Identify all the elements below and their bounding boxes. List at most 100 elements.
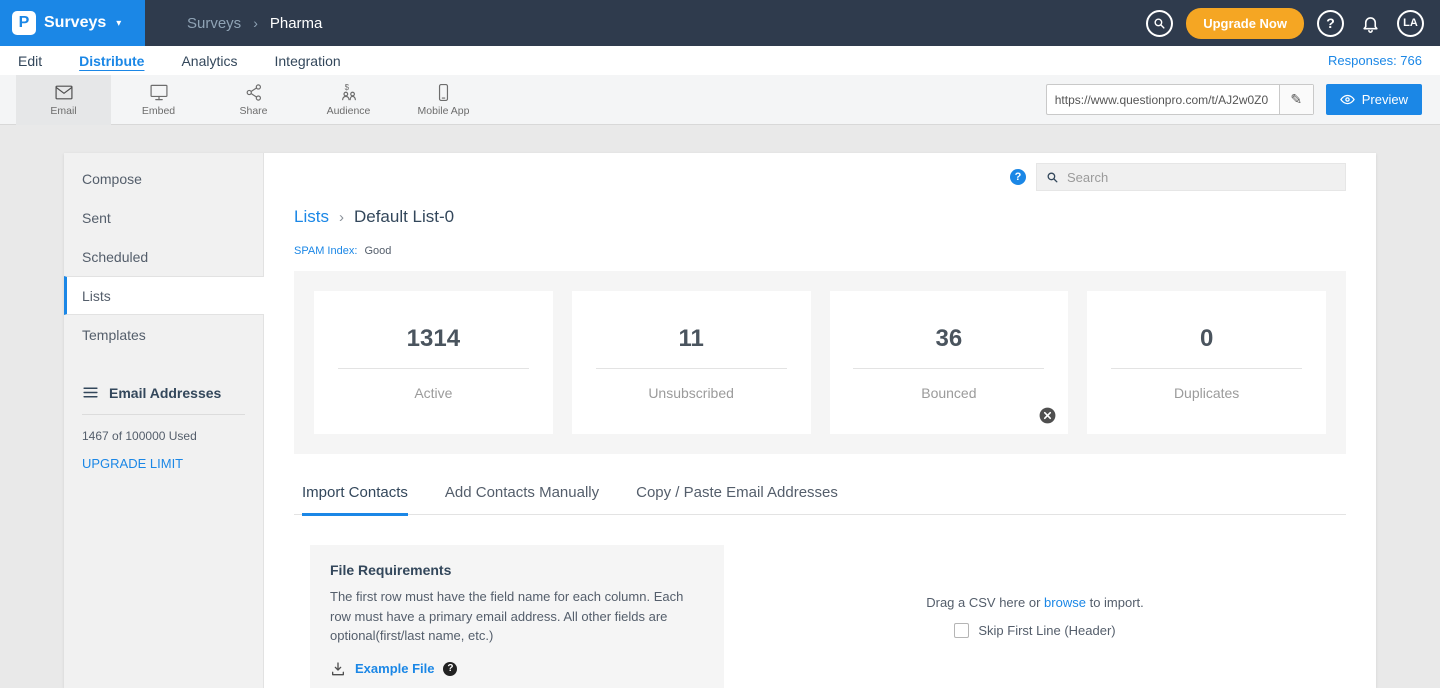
remove-bounced-icon[interactable] <box>1038 406 1057 425</box>
example-file-help-icon[interactable]: ? <box>443 662 457 676</box>
toolbar-item-email[interactable]: Email <box>16 75 111 125</box>
email-addresses-section: Email Addresses 1467 of 100000 Used UPGR… <box>64 384 263 473</box>
list-help-icon[interactable]: ? <box>1010 169 1026 185</box>
email-addresses-header: Email Addresses <box>82 384 245 415</box>
stat-label: Unsubscribed <box>648 385 734 401</box>
file-requirements-title: File Requirements <box>330 562 704 578</box>
questionpro-logo-icon: P <box>12 11 36 35</box>
stat-card-active: 1314 Active <box>314 291 553 434</box>
tab-add-contacts-manually[interactable]: Add Contacts Manually <box>445 484 599 514</box>
search-icon <box>1046 171 1059 184</box>
stat-value: 0 <box>1111 325 1302 369</box>
sidebar-item-scheduled[interactable]: Scheduled <box>64 237 263 276</box>
list-icon <box>82 384 99 401</box>
sidebar-item-sent[interactable]: Sent <box>64 198 263 237</box>
toolbar-item-label: Email <box>50 105 76 117</box>
example-file-link[interactable]: Example File <box>355 661 434 676</box>
toolbar-item-label: Mobile App <box>418 105 470 117</box>
tab-analytics[interactable]: Analytics <box>181 53 237 69</box>
lists-breadcrumb-link[interactable]: Lists <box>294 207 329 227</box>
file-requirements-body: The first row must have the field name f… <box>330 587 704 646</box>
toolbar-item-label: Share <box>239 105 267 117</box>
sidebar-item-compose[interactable]: Compose <box>64 159 263 198</box>
list-search-row: ? <box>294 163 1346 191</box>
tab-copy-paste-email-addresses[interactable]: Copy / Paste Email Addresses <box>636 484 838 514</box>
tab-import-contacts[interactable]: Import Contacts <box>302 484 408 516</box>
list-stats: 1314 Active 11 Unsubscribed 36 Bounced 0… <box>294 271 1346 454</box>
spam-index-row: SPAM Index: Good <box>294 245 1346 257</box>
address-usage-text: 1467 of 100000 Used <box>82 429 245 443</box>
stat-value: 11 <box>596 325 787 369</box>
stat-value: 1314 <box>338 325 529 369</box>
tab-distribute[interactable]: Distribute <box>79 53 144 69</box>
help-icon[interactable]: ? <box>1317 10 1344 37</box>
toolbar-item-embed[interactable]: Embed <box>111 75 206 125</box>
user-avatar[interactable]: LA <box>1397 10 1424 37</box>
contact-search-box <box>1036 163 1346 191</box>
sidebar-item-lists[interactable]: Lists <box>64 276 264 315</box>
chevron-right-icon: › <box>339 209 344 226</box>
toolbar-item-audience[interactable]: $ Audience <box>301 75 396 125</box>
email-sidebar: Compose Sent Scheduled Lists Templates E… <box>64 153 264 688</box>
mobile-app-icon <box>434 83 453 102</box>
edit-url-pencil-icon[interactable]: ✎ <box>1279 85 1313 114</box>
preview-button[interactable]: Preview <box>1326 84 1422 115</box>
current-list-name: Default List-0 <box>354 207 454 227</box>
survey-nav: Edit Distribute Analytics Integration Re… <box>0 46 1440 75</box>
stat-label: Duplicates <box>1174 385 1239 401</box>
email-icon <box>53 83 75 102</box>
svg-text:$: $ <box>344 83 349 92</box>
toolbar-item-label: Audience <box>327 105 371 117</box>
breadcrumb-surveys-link[interactable]: Surveys <box>187 15 241 32</box>
csv-drop-zone[interactable]: Drag a CSV here or browse to import. Ski… <box>724 545 1346 688</box>
toolbar-item-mobile-app[interactable]: Mobile App <box>396 75 491 125</box>
upgrade-now-button[interactable]: Upgrade Now <box>1186 8 1304 39</box>
drag-csv-text: Drag a CSV here or browse to import. <box>926 595 1144 610</box>
notifications-bell-icon[interactable] <box>1357 10 1384 37</box>
lists-card: Compose Sent Scheduled Lists Templates E… <box>64 153 1376 688</box>
distribute-toolbar: Email Embed Share $ Audience Mobile App … <box>0 75 1440 125</box>
chevron-right-icon: › <box>253 15 258 31</box>
skip-first-line-label: Skip First Line (Header) <box>978 623 1115 638</box>
toolbar-item-share[interactable]: Share <box>206 75 301 125</box>
survey-url-input[interactable] <box>1047 85 1279 114</box>
example-file-row: Example File ? <box>330 661 704 677</box>
drag-prefix: Drag a CSV here or <box>926 595 1040 610</box>
content-area: Compose Sent Scheduled Lists Templates E… <box>0 126 1440 688</box>
stat-label: Bounced <box>921 385 976 401</box>
toolbar-right: ✎ Preview <box>1046 84 1440 115</box>
product-name: Surveys <box>44 14 106 32</box>
download-icon <box>330 661 346 677</box>
stat-card-unsubscribed: 11 Unsubscribed <box>572 291 811 434</box>
import-contacts-panel: File Requirements The first row must hav… <box>294 545 1346 688</box>
share-icon <box>244 83 264 102</box>
sidebar-item-templates[interactable]: Templates <box>64 315 263 354</box>
skip-first-line-checkbox[interactable] <box>954 623 969 638</box>
tab-edit[interactable]: Edit <box>18 53 42 69</box>
breadcrumb: Surveys › Pharma <box>187 15 322 32</box>
spam-index-value: Good <box>364 245 391 257</box>
contact-search-input[interactable] <box>1067 170 1336 185</box>
tab-integration[interactable]: Integration <box>275 53 341 69</box>
stat-label: Active <box>414 385 452 401</box>
skip-first-line-row: Skip First Line (Header) <box>954 623 1115 638</box>
audience-icon: $ <box>338 83 360 102</box>
file-requirements-card: File Requirements The first row must hav… <box>310 545 724 688</box>
eye-icon <box>1340 92 1355 107</box>
list-breadcrumb: Lists › Default List-0 <box>294 207 1346 227</box>
search-icon[interactable] <box>1146 10 1173 37</box>
browse-link[interactable]: browse <box>1044 595 1086 610</box>
top-bar: P Surveys ▾ Surveys › Pharma Upgrade Now… <box>0 0 1440 46</box>
spam-index-label: SPAM Index: <box>294 245 357 257</box>
upgrade-limit-link[interactable]: UPGRADE LIMIT <box>82 456 183 471</box>
stat-value: 36 <box>853 325 1044 369</box>
product-switcher[interactable]: P Surveys ▾ <box>0 0 145 46</box>
responses-count[interactable]: Responses: 766 <box>1328 53 1422 68</box>
toolbar-item-label: Embed <box>142 105 175 117</box>
stat-card-duplicates: 0 Duplicates <box>1087 291 1326 434</box>
stat-card-bounced: 36 Bounced <box>830 291 1069 434</box>
breadcrumb-current-survey: Pharma <box>270 15 323 32</box>
list-detail-panel: ? Lists › Default List-0 SPAM Index: Goo… <box>264 153 1376 688</box>
drag-suffix: to import. <box>1090 595 1144 610</box>
topbar-actions: Upgrade Now ? LA <box>1146 8 1440 39</box>
